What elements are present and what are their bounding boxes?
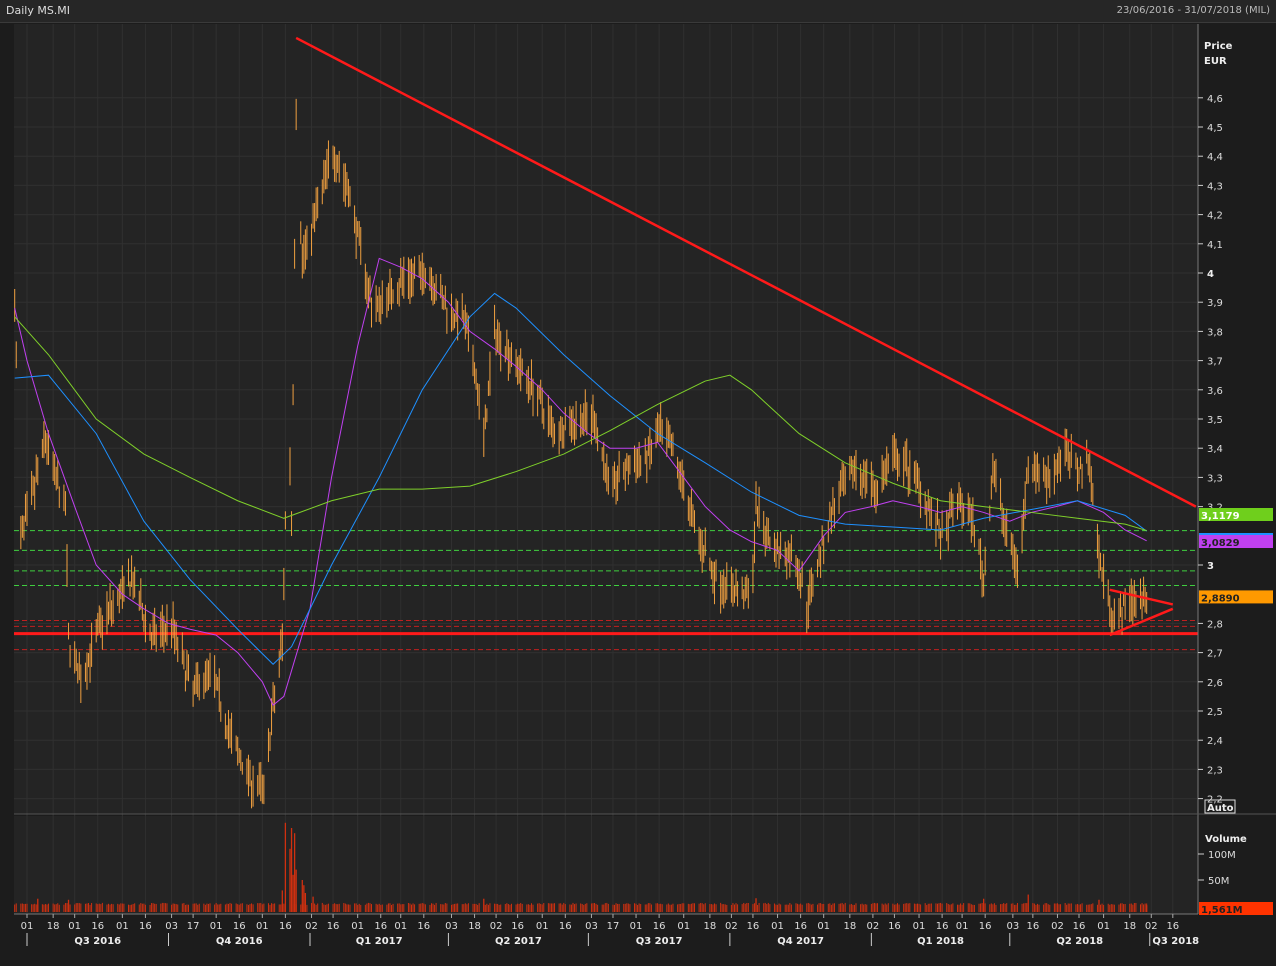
x-tick-label: 03	[585, 921, 598, 932]
volume-tick-label: 100M	[1208, 850, 1236, 861]
x-tick-label: 18	[704, 921, 717, 932]
x-tick-label: 01	[913, 921, 926, 932]
y-tick-label: 4	[1207, 269, 1214, 280]
y-tick-label: 3,7	[1207, 357, 1223, 368]
x-tick-label: 16	[511, 921, 524, 932]
x-tick-label: 02	[1051, 921, 1064, 932]
quarter-label: Q2 2018	[1056, 936, 1103, 947]
x-tick-label: 16	[1073, 921, 1086, 932]
y-tick-label: 4,2	[1207, 211, 1223, 222]
x-tick-label: 18	[47, 921, 60, 932]
y-tick-label: 3	[1207, 561, 1214, 572]
y-tick-label: 2,7	[1207, 649, 1223, 660]
value-badge-label: 3,1179	[1201, 511, 1240, 522]
y-tick-label: 2,4	[1207, 736, 1223, 747]
x-tick-label: 02	[867, 921, 880, 932]
x-tick-label: 01	[817, 921, 830, 932]
x-tick-label: 02	[490, 921, 503, 932]
volume-panel	[14, 816, 1198, 914]
volume-tick-label: 50M	[1208, 876, 1229, 887]
x-tick-label: 01	[21, 921, 34, 932]
value-badge-label: 1,561M	[1201, 905, 1243, 916]
y-tick-label: 3,6	[1207, 386, 1223, 397]
x-tick-label: 16	[794, 921, 807, 932]
y-tick-label: 3,9	[1207, 298, 1223, 309]
x-tick-label: 16	[888, 921, 901, 932]
x-tick-label: 16	[653, 921, 666, 932]
price-axis-title: Price	[1204, 41, 1233, 52]
y-tick-label: 2,5	[1207, 707, 1223, 718]
x-tick-label: 01	[116, 921, 129, 932]
x-tick-label: 16	[747, 921, 760, 932]
x-tick-label: 03	[445, 921, 458, 932]
quarter-label: Q3 2016	[74, 936, 121, 947]
x-tick-label: 16	[233, 921, 246, 932]
x-tick-label: 01	[68, 921, 81, 932]
y-tick-label: 3,8	[1207, 327, 1223, 338]
value-badge-label: 2,8890	[1201, 593, 1240, 604]
x-tick-label: 01	[630, 921, 643, 932]
x-tick-label: 18	[843, 921, 856, 932]
quarter-label: Q2 2017	[495, 936, 542, 947]
x-tick-label: 16	[139, 921, 152, 932]
x-tick-label: 18	[1123, 921, 1136, 932]
x-tick-label: 03	[1006, 921, 1019, 932]
x-tick-label: 17	[187, 921, 200, 932]
quarter-label: Q1 2018	[917, 936, 964, 947]
y-tick-label: 3,5	[1207, 415, 1223, 426]
y-tick-label: 3,3	[1207, 473, 1223, 484]
x-tick-label: 01	[677, 921, 690, 932]
x-tick-label: 17	[607, 921, 620, 932]
quarter-label: Q4 2016	[216, 936, 263, 947]
x-tick-label: 16	[374, 921, 387, 932]
y-tick-label: 4,5	[1207, 123, 1223, 134]
x-tick-label: 01	[1097, 921, 1110, 932]
value-badge-label: 3,0829	[1201, 538, 1240, 549]
y-tick-label: 4,6	[1207, 94, 1223, 105]
quarter-label: Q4 2017	[777, 936, 824, 947]
x-tick-label: 01	[394, 921, 407, 932]
x-tick-label: 16	[417, 921, 430, 932]
x-tick-label: 16	[91, 921, 104, 932]
x-tick-label: 01	[210, 921, 223, 932]
x-tick-label: 02	[1145, 921, 1158, 932]
price-axis-unit: EUR	[1204, 56, 1227, 67]
y-tick-label: 4,1	[1207, 240, 1223, 251]
y-tick-label: 2,6	[1207, 678, 1223, 689]
quarter-label: Q1 2017	[356, 936, 403, 947]
x-tick-label: 16	[279, 921, 292, 932]
x-tick-label: 01	[956, 921, 969, 932]
price-chart[interactable]: 4,6 4,5 4,4 4,3 4,2 4,1 4 3,9 3,8 3,7 3,6 3,5 3,4 3,3…	[0, 0, 1276, 966]
x-tick-label: 01	[256, 921, 269, 932]
x-tick-label: 01	[771, 921, 784, 932]
x-tick-label: 16	[936, 921, 949, 932]
volume-axis-title: Volume	[1205, 834, 1247, 845]
x-tick-label: 02	[725, 921, 738, 932]
x-tick-label: 01	[351, 921, 364, 932]
x-tick-label: 16	[1166, 921, 1179, 932]
x-tick-label: 02	[305, 921, 318, 932]
y-tick-label: 2,8	[1207, 619, 1223, 630]
y-tick-label: 4,3	[1207, 181, 1223, 192]
x-tick-label: 16	[327, 921, 340, 932]
y-tick-label: 3,4	[1207, 444, 1223, 455]
x-tick-label: 03	[165, 921, 178, 932]
x-tick-label: 16	[979, 921, 992, 932]
y-tick-label: 2,3	[1207, 765, 1223, 776]
x-tick-label: 16	[1026, 921, 1039, 932]
auto-scale-label: Auto	[1207, 803, 1234, 814]
x-tick-label: 18	[468, 921, 481, 932]
y-tick-label: 4,4	[1207, 152, 1223, 163]
x-tick-label: 01	[536, 921, 549, 932]
quarter-label: Q3 2018	[1152, 936, 1199, 947]
x-tick-label: 16	[559, 921, 572, 932]
quarter-label: Q3 2017	[636, 936, 683, 947]
